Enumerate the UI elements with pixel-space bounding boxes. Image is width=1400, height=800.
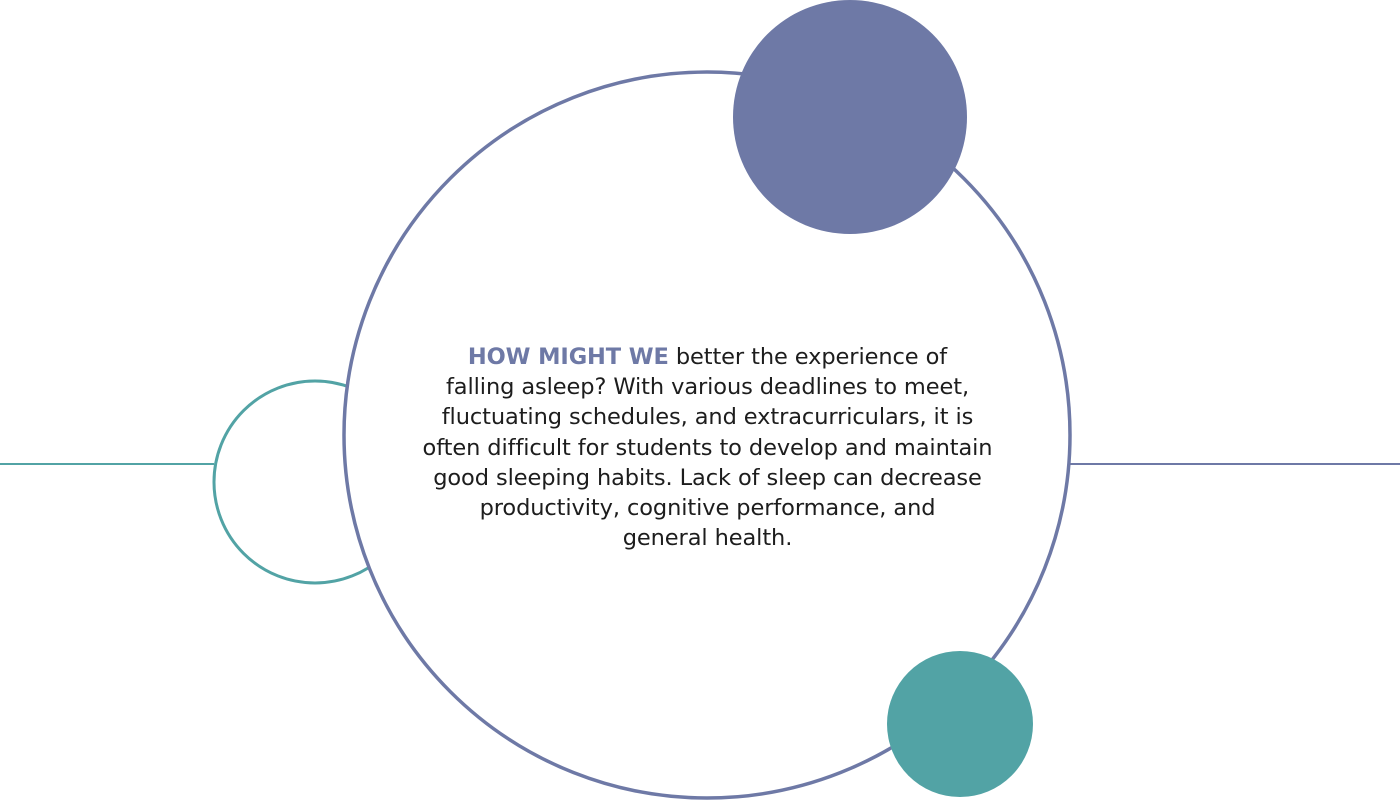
problem-statement: HOW MIGHT WE better the experience of fal… (385, 342, 1030, 553)
statement-line-4: often difficult for students to develop … (422, 434, 993, 461)
statement-line-6: productivity, cognitive performance, and (479, 495, 936, 522)
statement-lead: HOW MIGHT WE (467, 344, 669, 370)
how-might-we-diagram: HOW MIGHT WE better the experience of fal… (0, 0, 1400, 800)
statement-line-7: general health. (622, 525, 793, 552)
statement-line-5: good sleeping habits. Lack of sleep can … (433, 464, 982, 491)
statement-line-2: falling asleep? With various deadlines t… (445, 374, 970, 401)
statement-line-1: better the experience of (668, 344, 948, 370)
slate-filled-circle (733, 0, 967, 234)
teal-filled-circle (887, 651, 1033, 797)
statement-line-3: fluctuating schedules, and extracurricul… (441, 404, 974, 431)
